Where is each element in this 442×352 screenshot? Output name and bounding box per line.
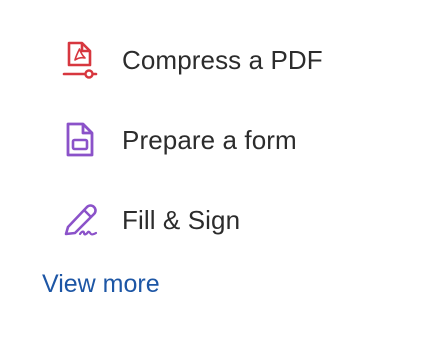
compress-pdf-item[interactable]: Compress a PDF [60,35,323,85]
prepare-form-label: Prepare a form [122,124,297,155]
tool-list: Compress a PDF Prepare a form Fill & Sig… [0,0,442,352]
fill-sign-icon [60,200,100,240]
view-more-link[interactable]: View more [42,270,160,299]
prepare-form-item[interactable]: Prepare a form [60,115,297,165]
prepare-form-icon [60,120,100,160]
compress-pdf-label: Compress a PDF [122,44,323,75]
fill-sign-item[interactable]: Fill & Sign [60,195,240,245]
fill-sign-label: Fill & Sign [122,204,241,235]
compress-pdf-icon [60,40,100,80]
